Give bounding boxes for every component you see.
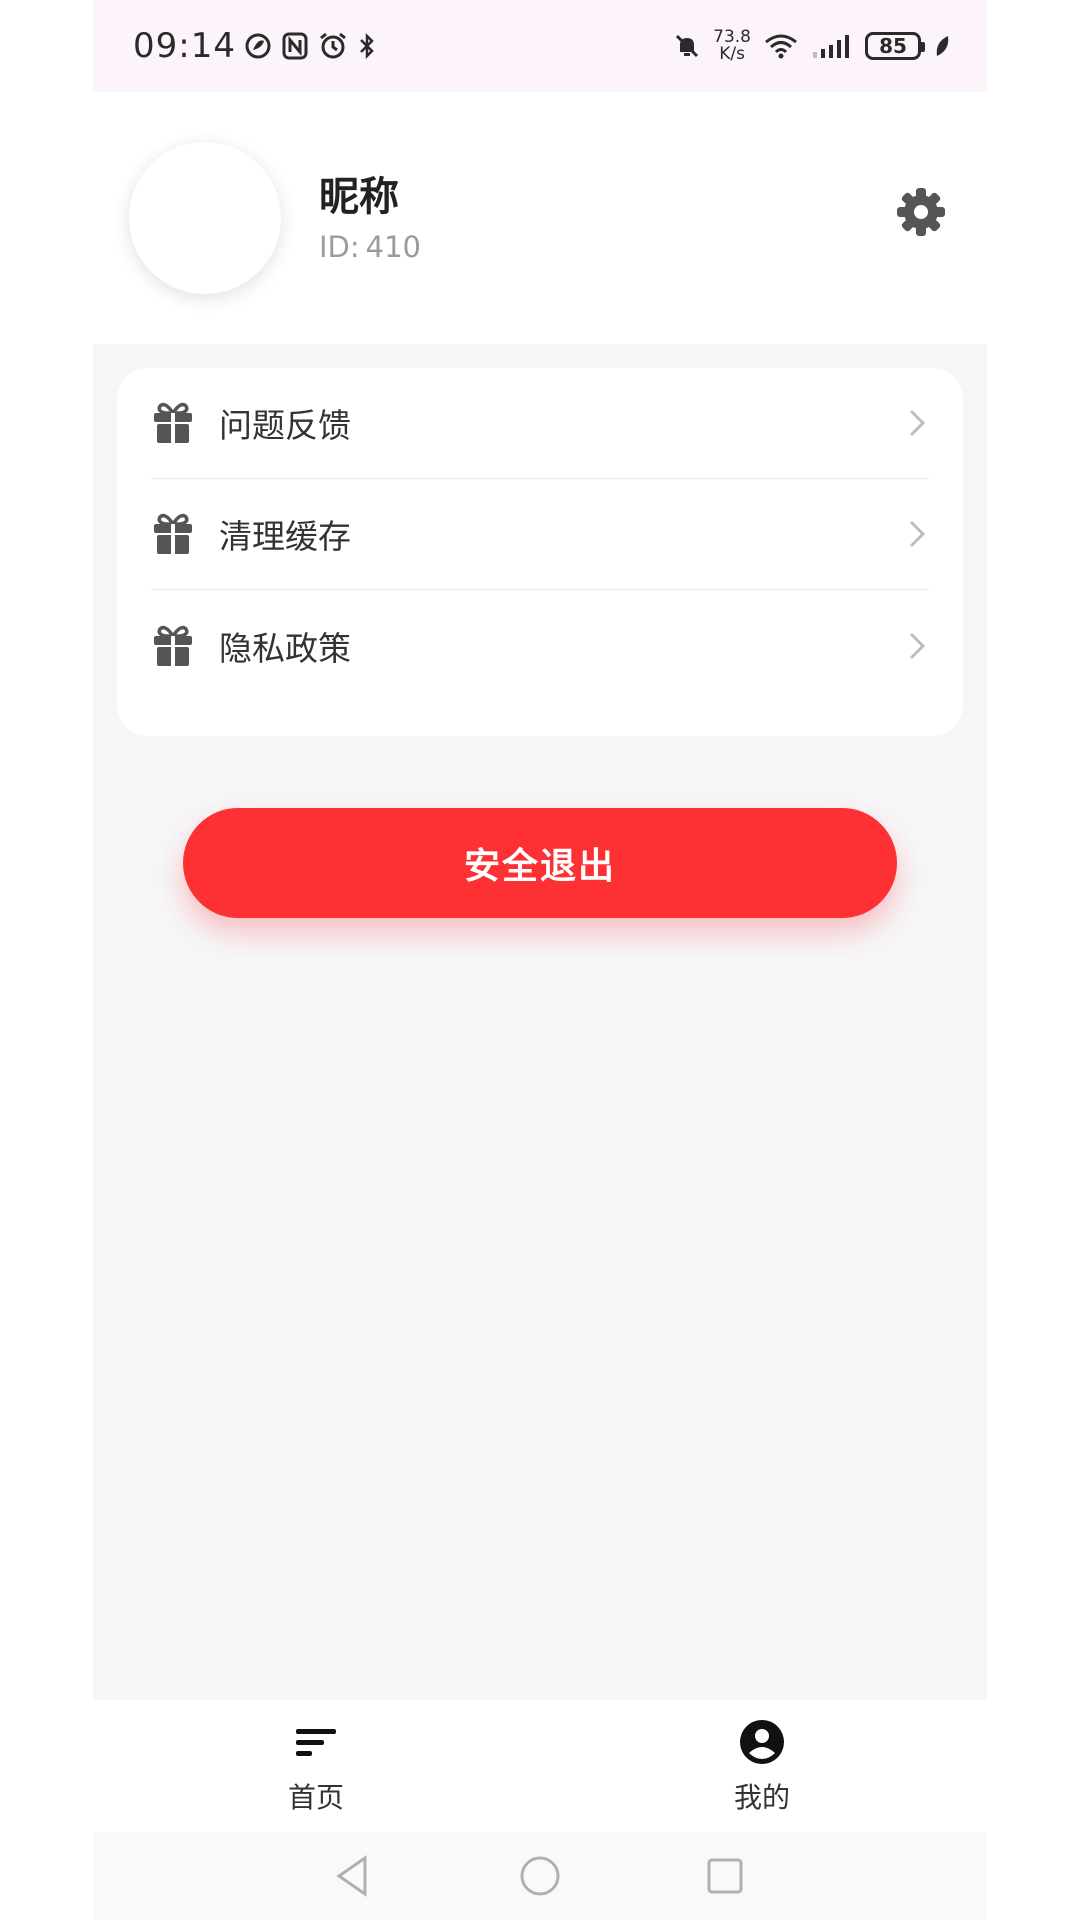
avatar[interactable]: [129, 142, 281, 294]
settings-button[interactable]: [893, 184, 949, 240]
logout-button[interactable]: 安全退出: [183, 808, 897, 918]
battery-level: 85: [879, 34, 907, 58]
nav-label-home: 首页: [287, 1781, 344, 1814]
battery-indicator: 85: [865, 32, 925, 60]
chevron-right-icon: [905, 405, 929, 441]
gift-icon: [151, 512, 195, 556]
eco-leaf-icon: [936, 36, 949, 56]
menu-lines-icon: [292, 1718, 340, 1766]
system-home-button[interactable]: [516, 1852, 564, 1900]
nav-item-mine[interactable]: 我的: [692, 1718, 832, 1816]
system-back-button[interactable]: [329, 1852, 377, 1900]
user-id-label: ID:: [319, 230, 360, 264]
gear-icon: [897, 188, 945, 236]
nav-label-mine: 我的: [733, 1781, 790, 1814]
bottom-nav: 首页 我的: [93, 1700, 987, 1832]
user-circle-icon: [738, 1718, 786, 1766]
user-id-value: 410: [365, 230, 422, 264]
square-recents-icon: [707, 1858, 743, 1894]
chevron-right-icon: [905, 628, 929, 664]
status-right-icons: 73.8 K/s 85: [673, 29, 951, 63]
status-time: 09:14: [133, 26, 236, 66]
gift-icon: [151, 624, 195, 668]
status-left-icons: [244, 32, 376, 60]
menu-item-label: 清理缓存: [219, 517, 351, 556]
menu-item-clear-cache[interactable]: 清理缓存: [151, 479, 929, 590]
profile-header: 昵称 ID: 410: [93, 92, 987, 344]
menu-card: 问题反馈 清理缓存 隐私政策: [117, 368, 963, 736]
bluetooth-icon: [360, 32, 374, 60]
alarm-icon: [320, 32, 346, 59]
circle-home-icon: [520, 1856, 560, 1896]
net-speed-unit: K/s: [719, 44, 745, 64]
nfc-icon: [282, 32, 308, 60]
menu-item-label: 隐私政策: [219, 628, 351, 668]
net-speed: 73.8 K/s: [713, 29, 751, 63]
system-recents-button[interactable]: [701, 1852, 749, 1900]
leaf-badge-icon: [245, 33, 271, 59]
menu-item-privacy-policy[interactable]: 隐私政策: [151, 590, 929, 701]
bell-muted-icon: [676, 34, 699, 58]
status-bar: 09:14 73.8 K/s 85: [93, 0, 987, 92]
chevron-right-icon: [905, 516, 929, 552]
nav-item-home[interactable]: 首页: [246, 1718, 386, 1816]
menu-item-feedback[interactable]: 问题反馈: [151, 368, 929, 479]
wifi-icon: [765, 34, 797, 59]
signal-icon: [813, 35, 849, 58]
menu-item-label: 问题反馈: [219, 406, 351, 445]
nickname: 昵称: [319, 174, 399, 220]
user-id: ID: 410: [319, 230, 421, 264]
system-nav-bar: [93, 1832, 987, 1920]
gift-icon: [151, 401, 195, 445]
triangle-back-icon: [336, 1855, 367, 1897]
phone-screen: 09:14 73.8 K/s 85 昵称 ID: 410 问题反馈 清理缓存 隐…: [93, 0, 987, 1920]
